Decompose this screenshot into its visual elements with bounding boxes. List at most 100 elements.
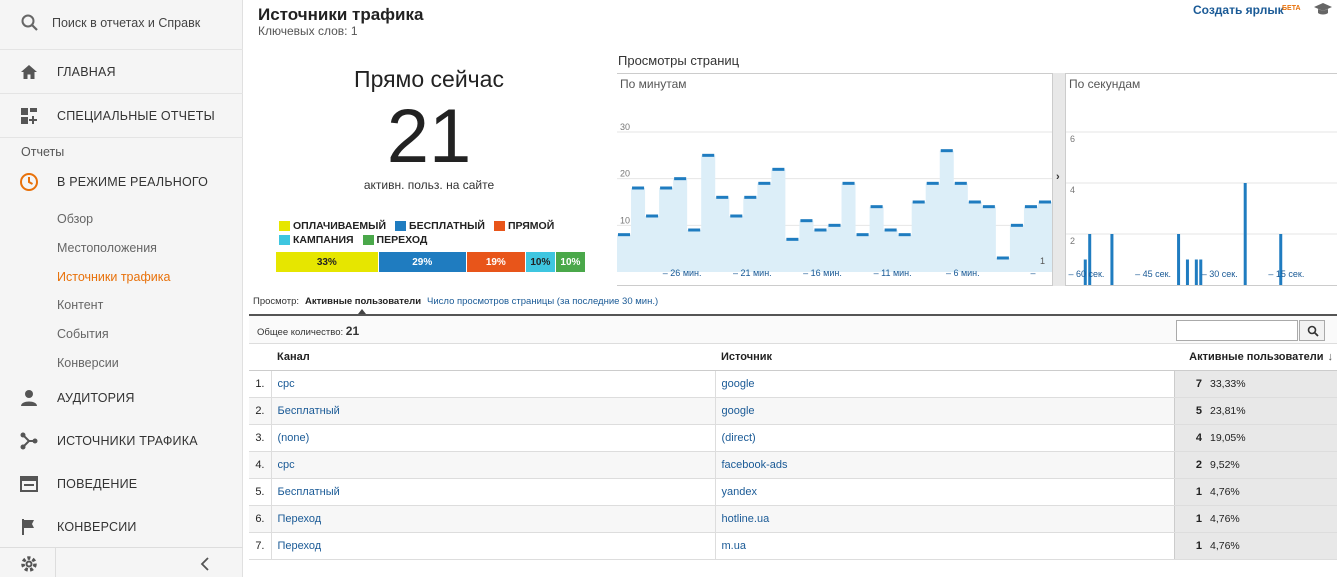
row-index: 5. [249,478,272,506]
row-source-link[interactable]: hotline.ua [715,505,1174,533]
row-users-value: 4 [1173,424,1206,452]
share-segment: 10% [555,252,585,272]
dashboard-icon [21,108,37,124]
sidebar-item-label: АУДИТОРИЯ [57,391,135,405]
per-second-chart-svg: 6 4 2 – 60 сек. – 45 сек. – 30 сек. – 15 сек. [1066,131,1337,285]
acquisition-icon [20,432,38,450]
per-minute-chart: 30 20 10 – 26 мин. – 21 мин. – 16 мин. – 11 ми… [617,73,1052,286]
sidebar-item-custom-reports[interactable]: СПЕЦИАЛЬНЫЕ ОТЧЕТЫ [0,93,243,137]
per-minute-bar [982,205,995,209]
per-second-bar [1177,234,1181,285]
per-minute-area [617,150,1052,272]
view-active-users[interactable]: Активные пользователи [305,296,421,307]
sidebar-item-label: СПЕЦИАЛЬНЫЕ ОТЧЕТЫ [57,109,215,123]
sidebar-item-label: ПОВЕДЕНИЕ [57,477,138,491]
view-pageviews-link[interactable]: Число просмотров страницы (за последние … [427,296,658,307]
index-header [249,345,271,371]
row-channel-link[interactable]: cpc [271,370,716,398]
per-minute-bar [856,233,869,237]
sidebar-item-realtime[interactable]: В РЕЖИМЕ РЕАЛЬНОГО [0,160,243,204]
per-minute-bar [1038,200,1051,204]
per-minute-bar [688,228,701,232]
sidebar-item-label: ИСТОЧНИКИ ТРАФИКА [57,434,198,448]
per-minute-bar [968,200,981,204]
row-channel-link[interactable]: cpc [271,451,716,479]
analytics-app: ГЛАВНАЯ СПЕЦИАЛЬНЫЕ ОТЧЕТЫ Отчеты В РЕЖИ… [0,0,1341,577]
row-users-percent: 9,52% [1206,451,1337,479]
per-minute-bar [800,219,813,223]
sidebar-subitem-traffic-sources[interactable]: Источники трафика [57,270,170,284]
row-users-percent: 4,76% [1206,505,1337,533]
table-row: 2. Бесплатный google 5 23,81% [249,397,1337,425]
per-minute-bar [716,195,729,199]
per-minute-bar [632,186,645,190]
per-minute-bar [828,223,841,227]
trailing-label: 1 [1040,256,1045,266]
y-tick-label: 20 [620,169,630,179]
legend-swatch [395,221,407,231]
table-search-button[interactable] [1299,320,1325,341]
traffic-table: Канал Источник Активные пользователи ↓ 1.… [249,345,1337,560]
per-minute-bar [814,228,827,232]
y-tick-label: 6 [1070,134,1075,144]
flag-icon [22,519,34,535]
row-source-link[interactable]: google [715,370,1174,398]
per-minute-bar [758,181,771,185]
channel-share-bar: 33% 29% 19% 10% 10% [276,252,586,272]
channel-legend-row-2: КАМПАНИЯ ПЕРЕХОД [279,234,436,246]
create-shortcut-link[interactable]: Создать ярлык [1193,3,1284,17]
row-source-link[interactable]: google [715,397,1174,425]
row-channel-link[interactable]: (none) [271,424,716,452]
row-users-value: 1 [1173,532,1206,560]
sidebar-subitem-events[interactable]: События [57,327,109,341]
sidebar-subitem-conversions[interactable]: Конверсии [57,356,119,370]
per-second-chart: 6 4 2– 60 сек. – 45 сек. – 30 сек. – 15 сек. … [1066,73,1337,286]
row-source-link[interactable]: yandex [715,478,1174,506]
per-minute-bar [1010,223,1023,227]
x-tick-label: – [1030,268,1035,278]
active-users-header[interactable]: Активные пользователи ↓ [1174,345,1337,371]
per-minute-bar [940,149,953,153]
search-input[interactable] [52,11,232,35]
table-total: Общее количество: 21 [257,324,360,338]
legend-item: БЕСПЛАТНЫЙ [395,220,485,232]
row-channel-link[interactable]: Переход [271,505,716,533]
sidebar-item-conversions[interactable]: КОНВЕРСИИ [0,505,243,549]
sidebar-subitem-overview[interactable]: Обзор [57,212,93,226]
per-minute-chart-svg: 30 20 10 – 26 мин. – 21 мин. – 16 мин. – 11 ми… [617,122,1052,278]
active-users-label: активн. польз. на сайте [363,178,495,192]
sidebar-item-home[interactable]: ГЛАВНАЯ [0,49,243,93]
graduation-cap-icon[interactable] [1313,2,1333,16]
y-tick-label: 2 [1070,236,1075,246]
per-second-bar [1194,259,1198,285]
source-header[interactable]: Источник [715,345,1174,371]
pageviews-title: Просмотры страниц [618,53,740,68]
sidebar-item-audience[interactable]: АУДИТОРИЯ [0,376,243,420]
sidebar-subitem-locations[interactable]: Местоположения [57,241,157,255]
table-row: 1. cpc google 7 33,33% [249,370,1337,398]
row-users-value: 5 [1173,397,1206,425]
sidebar-item-behavior[interactable]: ПОВЕДЕНИЕ [0,462,243,506]
per-minute-bar [660,186,673,190]
table-toolbar: Общее количество: 21 [249,314,1337,344]
channel-header[interactable]: Канал [271,345,715,371]
per-minute-bar [674,177,687,181]
row-source-link[interactable]: (direct) [715,424,1174,452]
table-search-input[interactable] [1176,320,1298,341]
chevron-right-icon: › [1056,171,1060,183]
chart-splitter[interactable]: › [1052,73,1066,286]
x-tick-label: – 60 сек. [1068,269,1104,279]
row-source-link[interactable]: m.ua [715,532,1174,560]
y-tick-label: 4 [1070,185,1075,195]
sidebar-subitem-content[interactable]: Контент [57,298,103,312]
legend-item: КАМПАНИЯ [279,234,354,246]
y-tick-label: 30 [620,122,630,132]
per-minute-bar [730,214,743,218]
row-source-link[interactable]: facebook-ads [715,451,1174,479]
row-channel-link[interactable]: Бесплатный [271,478,716,506]
row-channel-link[interactable]: Переход [271,532,716,560]
row-channel-link[interactable]: Бесплатный [271,397,716,425]
sidebar-item-acquisition[interactable]: ИСТОЧНИКИ ТРАФИКА [0,419,243,463]
settings-button[interactable] [0,548,56,577]
chevron-left-icon[interactable] [196,554,216,574]
